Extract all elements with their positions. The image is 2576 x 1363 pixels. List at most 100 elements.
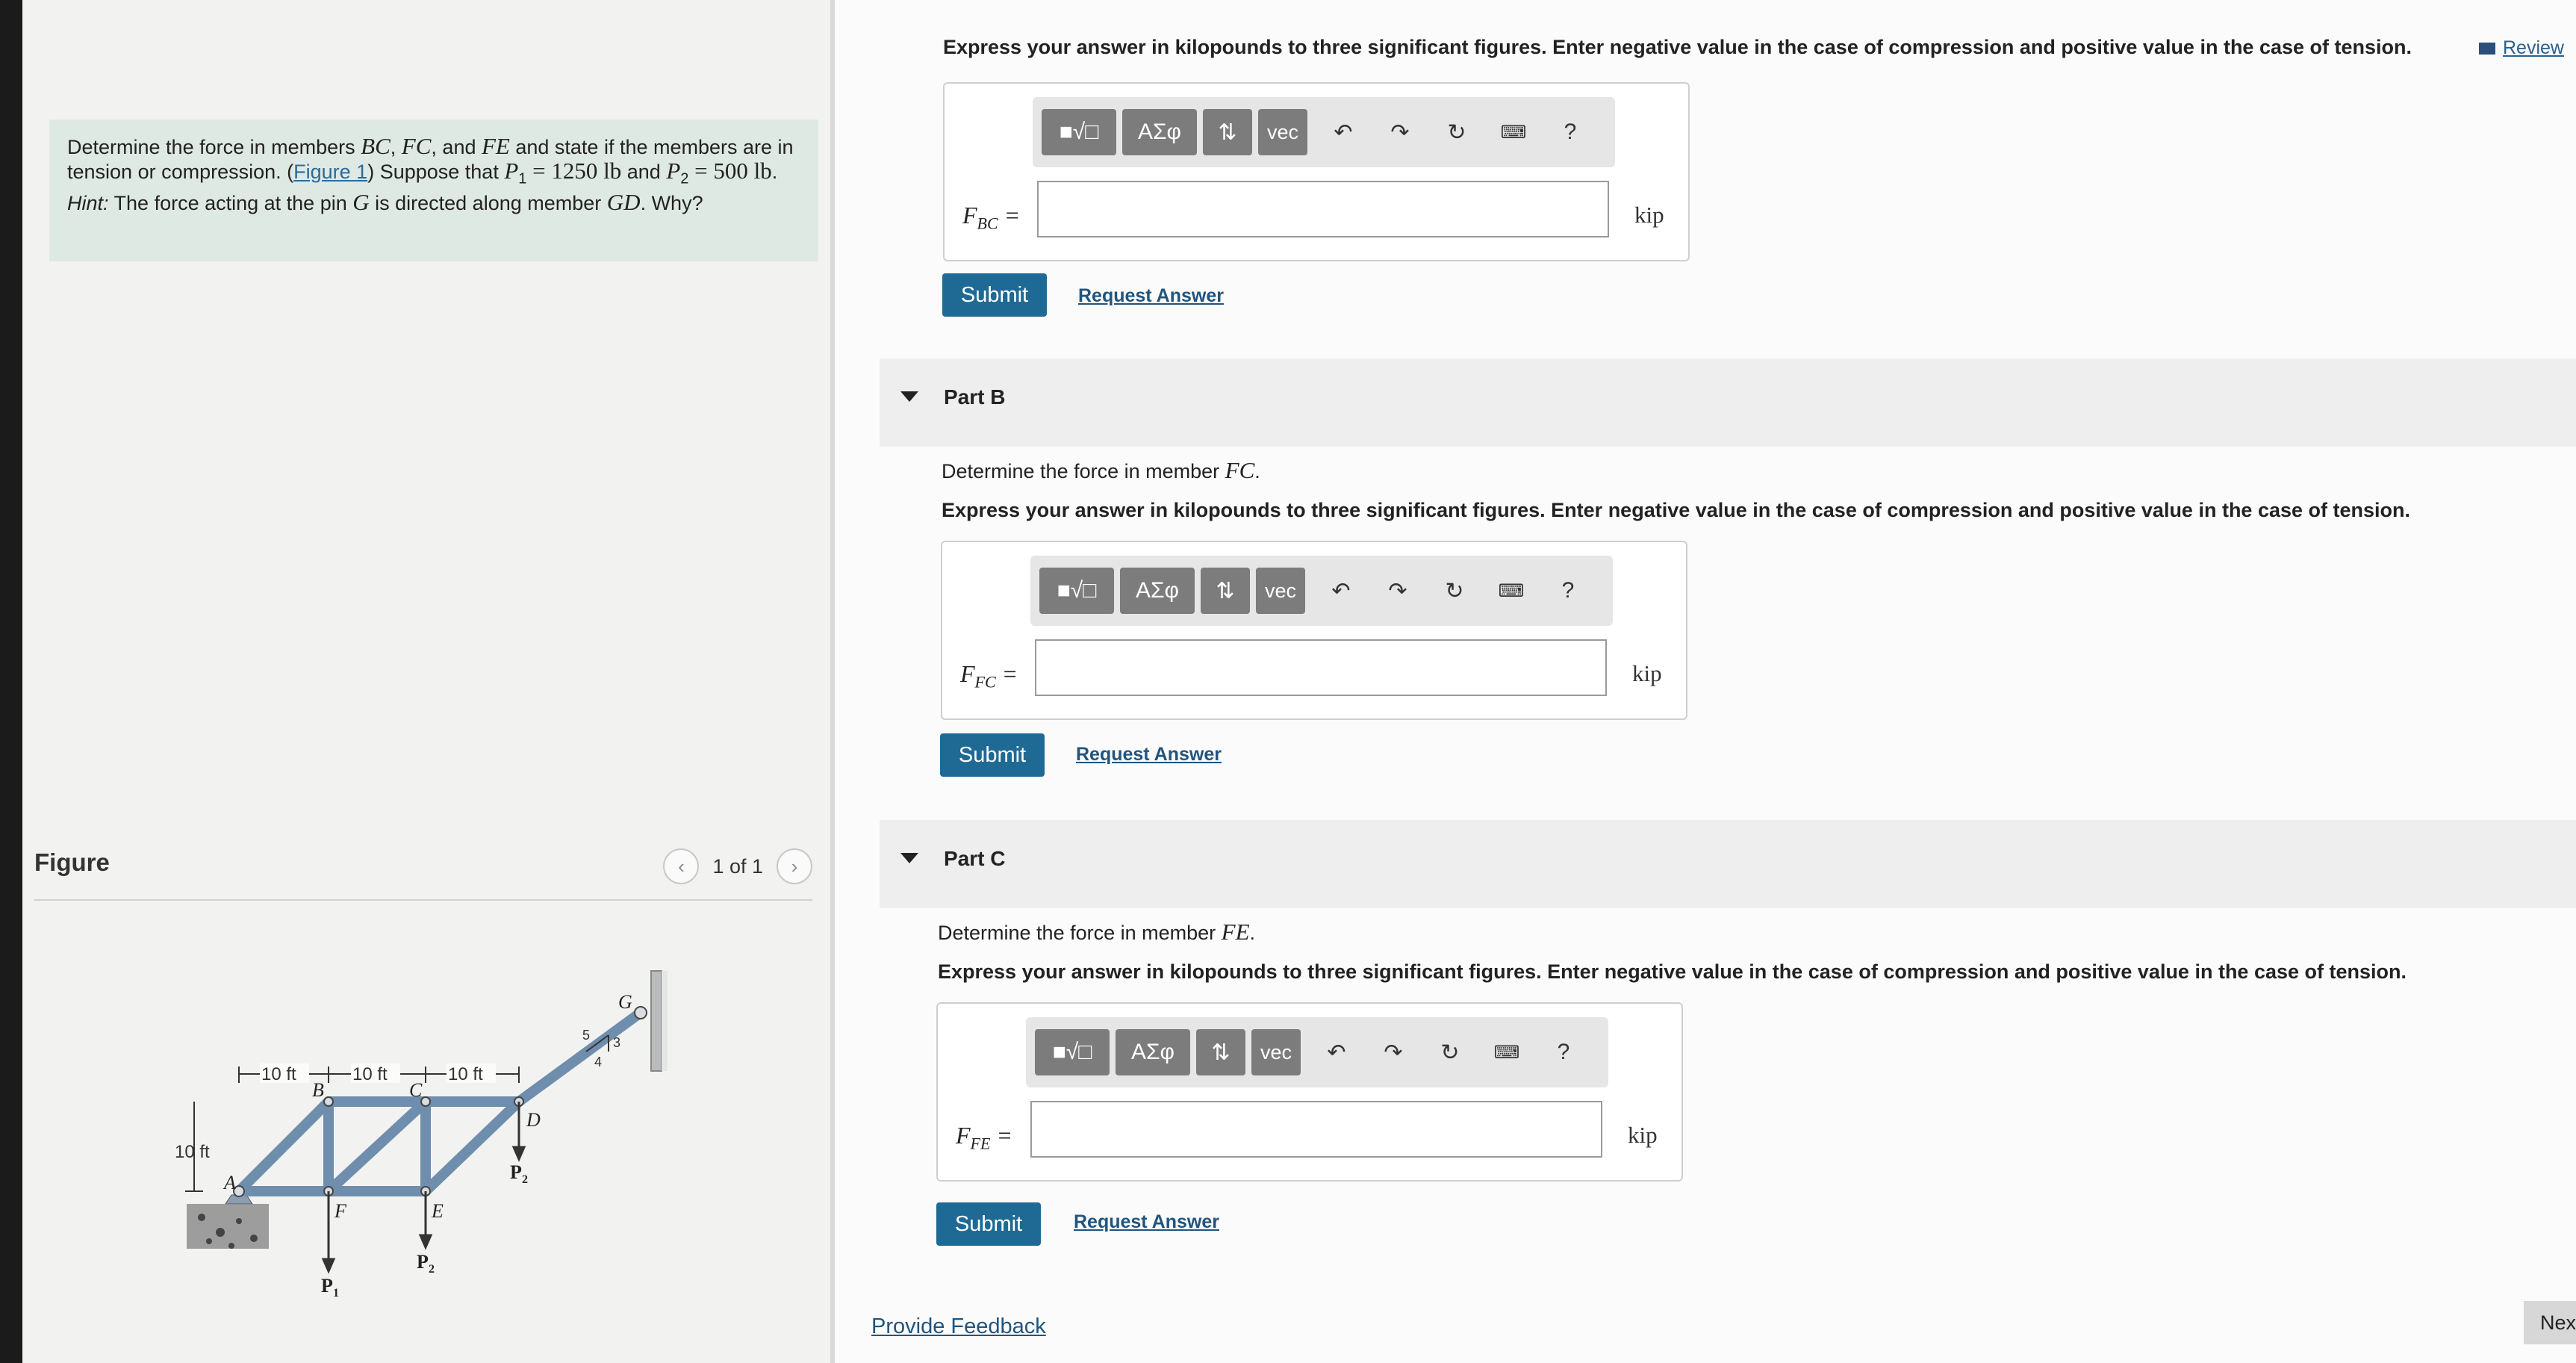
reset-icon: ↻: [1445, 578, 1464, 603]
templates-button[interactable]: ■√□: [1035, 1029, 1110, 1075]
part-c-answer-box: ■√□ ΑΣφ ⇅ vec ↶ ↷ ↻ ⌨ ? FFE = kip: [936, 1002, 1683, 1182]
greek-symbols-button[interactable]: ΑΣφ: [1120, 568, 1195, 614]
chevron-left-icon: ‹: [678, 854, 685, 878]
next-figure-button[interactable]: ›: [777, 848, 812, 884]
reset-button[interactable]: ↻: [1434, 568, 1475, 614]
math-toolbar: ■√□ ΑΣφ ⇅ vec ↶ ↷ ↻ ⌨ ?: [1026, 1017, 1608, 1087]
joint-label: E: [431, 1200, 444, 1222]
member-dg: [514, 1009, 644, 1107]
keyboard-button[interactable]: ⌨: [1490, 568, 1532, 614]
svg-text:4: 4: [594, 1055, 602, 1069]
part-c-header[interactable]: Part C: [880, 820, 2576, 908]
wall-support: [650, 970, 662, 1072]
part-b-header[interactable]: Part B: [880, 358, 2576, 447]
greek-symbols-button[interactable]: ΑΣφ: [1116, 1029, 1190, 1075]
fraction-sqrt-template-icon: ■√□: [1059, 119, 1099, 144]
math-toolbar: ■√□ ΑΣφ ⇅ vec ↶ ↷ ↻ ⌨ ?: [1030, 556, 1613, 626]
book-icon: [2479, 42, 2495, 55]
undo-button[interactable]: ↶: [1322, 109, 1364, 155]
truss-members: [234, 1009, 644, 1196]
figure-link[interactable]: Figure 1: [293, 161, 367, 183]
redo-button[interactable]: ↷: [1379, 109, 1421, 155]
reset-button[interactable]: ↻: [1429, 1029, 1471, 1075]
part-c-answer-input[interactable]: [1030, 1101, 1602, 1158]
templates-button[interactable]: ■√□: [1039, 568, 1114, 614]
part-b-answer-box: ■√□ ΑΣφ ⇅ vec ↶ ↷ ↻ ⌨ ? FFC = kip: [941, 541, 1687, 720]
vector-button[interactable]: vec: [1256, 568, 1305, 614]
load-label: P: [510, 1161, 522, 1183]
variable-label: FFC =: [960, 660, 1018, 692]
figure-pager: ‹ 1 of 1 ›: [663, 848, 812, 884]
load-label-sub: 2: [522, 1173, 528, 1186]
redo-icon: ↷: [1390, 119, 1410, 145]
caret-down-icon: [900, 391, 918, 402]
vector-button[interactable]: vec: [1258, 109, 1307, 155]
joint-label: F: [334, 1200, 347, 1222]
part-a-answer-input[interactable]: [1037, 181, 1609, 237]
part-a-instructions: Express your answer in kilopounds to thr…: [943, 36, 2412, 58]
wall-highlight: [662, 971, 668, 1071]
hint-label: Hint:: [67, 192, 109, 215]
undo-button[interactable]: ↶: [1316, 1029, 1357, 1075]
member-fc: [323, 1096, 431, 1196]
height-label: 10 ft: [175, 1142, 210, 1162]
dimension-label: 10 ft: [352, 1064, 388, 1084]
variable-label: FBC =: [962, 202, 1021, 233]
screen-edge: [0, 0, 22, 1363]
keyboard-icon: ⌨: [1500, 122, 1527, 143]
redo-button[interactable]: ↷: [1377, 568, 1419, 614]
undo-button[interactable]: ↶: [1320, 568, 1362, 614]
figure-title: Figure: [34, 848, 110, 876]
part-b-request-answer-link[interactable]: Request Answer: [1076, 744, 1222, 766]
unit-label: kip: [1628, 1122, 1658, 1148]
figure-page-indicator: 1 of 1: [712, 854, 763, 878]
part-b-question: Determine the force in member FC.: [942, 457, 1260, 483]
keyboard-button[interactable]: ⌨: [1493, 109, 1534, 155]
dimension-label: 10 ft: [261, 1064, 296, 1084]
subscript-superscript-button[interactable]: ⇅: [1203, 109, 1252, 155]
provide-feedback-link[interactable]: Provide Feedback: [871, 1314, 1046, 1339]
subscript-superscript-button[interactable]: ⇅: [1196, 1029, 1245, 1075]
load-label-sub: 1: [333, 1287, 339, 1300]
part-a-request-answer-link[interactable]: Request Answer: [1078, 285, 1224, 307]
keyboard-icon: ⌨: [1498, 580, 1525, 601]
fraction-sqrt-template-icon: ■√□: [1052, 1040, 1092, 1064]
help-button[interactable]: ?: [1543, 1029, 1584, 1075]
undo-icon: ↶: [1334, 119, 1353, 145]
truss-figure: 10 ft 10 ft 10 ft 10 ft A B C D E F G P …: [175, 970, 668, 1300]
joint-label: G: [618, 991, 632, 1013]
redo-button[interactable]: ↷: [1372, 1029, 1414, 1075]
part-b-submit-button[interactable]: Submit: [940, 733, 1045, 777]
dimension-label: 10 ft: [448, 1064, 483, 1084]
joint-label: A: [223, 1172, 236, 1193]
keyboard-button[interactable]: ⌨: [1486, 1029, 1528, 1075]
reset-icon: ↻: [1447, 119, 1466, 145]
undo-icon: ↶: [1327, 1040, 1346, 1065]
svg-text:5: 5: [582, 1028, 590, 1043]
templates-button[interactable]: ■√□: [1042, 109, 1116, 155]
part-c-instructions: Express your answer in kilopounds to thr…: [938, 960, 2407, 983]
part-b-answer-input[interactable]: [1035, 639, 1607, 696]
part-c-request-answer-link[interactable]: Request Answer: [1074, 1211, 1219, 1233]
previous-figure-button[interactable]: ‹: [663, 848, 700, 884]
ground-support: [187, 1194, 269, 1249]
vector-button[interactable]: vec: [1251, 1029, 1301, 1075]
reset-button[interactable]: ↻: [1436, 109, 1478, 155]
part-a-answer-box: ■√□ ΑΣφ ⇅ vec ↶ ↷ ↻ ⌨ ? FBC = kip: [943, 82, 1690, 261]
math-toolbar: ■√□ ΑΣφ ⇅ vec ↶ ↷ ↻ ⌨ ?: [1033, 97, 1615, 167]
load-label-sub: 2: [429, 1263, 435, 1276]
undo-icon: ↶: [1331, 578, 1351, 603]
subscript-superscript-button[interactable]: ⇅: [1201, 568, 1250, 614]
help-button[interactable]: ?: [1547, 568, 1589, 614]
next-button[interactable]: Nex: [2524, 1301, 2576, 1344]
help-button[interactable]: ?: [1549, 109, 1591, 155]
variable-label: FFE =: [956, 1122, 1013, 1153]
figure-header: Figure ‹ 1 of 1 ›: [34, 844, 812, 901]
review-link[interactable]: Review: [2479, 37, 2564, 59]
load-label: P: [417, 1251, 429, 1273]
part-c-submit-button[interactable]: Submit: [936, 1202, 1041, 1246]
part-a-submit-button[interactable]: Submit: [942, 273, 1047, 317]
problem-statement: Determine the force in members BC, FC, a…: [49, 119, 818, 261]
greek-symbols-button[interactable]: ΑΣφ: [1122, 109, 1197, 155]
part-b-instructions: Express your answer in kilopounds to thr…: [942, 499, 2411, 521]
